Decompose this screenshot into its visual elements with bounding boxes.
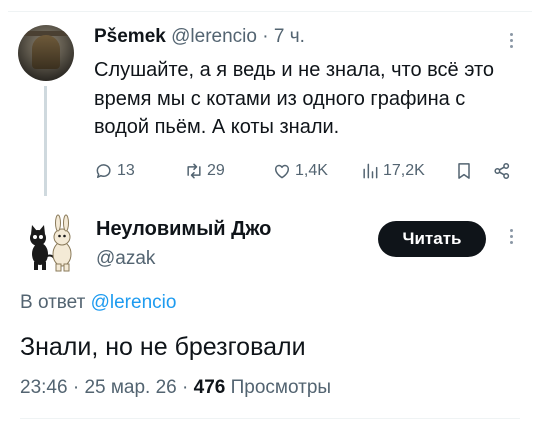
reply-to-prefix: В ответ [20, 292, 86, 313]
handle[interactable]: @lerencio [171, 26, 257, 47]
views-button[interactable]: 17,2K [360, 158, 425, 184]
reply-count: 13 [117, 162, 135, 179]
views-icon [363, 163, 378, 179]
tweet-text: Слушайте, а я ведь и не знала, что всё э… [94, 59, 495, 138]
cartoon-characters-avatar [30, 214, 72, 272]
reply-to-handle-link[interactable]: @lerencio [91, 292, 177, 313]
bookmark-button[interactable] [454, 158, 477, 184]
reply-context: В ответ @lerencio [20, 292, 176, 314]
avatar[interactable] [20, 212, 82, 274]
thread-line [44, 86, 47, 196]
timestamp[interactable]: 23:46 [20, 377, 68, 398]
retweet-icon [187, 163, 201, 179]
tweet-text: Знали, но не брезговали [20, 333, 306, 361]
more-icon[interactable] [505, 226, 517, 248]
avatar-bell [32, 35, 60, 69]
share-button[interactable] [492, 158, 515, 184]
action-bar: 13 29 1,4K 17,2K [94, 158, 519, 184]
date[interactable]: 25 мар. 26 [84, 377, 176, 398]
meta-separator: · [262, 26, 269, 47]
bookmark-icon [458, 163, 470, 179]
tweet-meta: 23:46 · 25 мар. 26 · 476 Просмотры [20, 377, 331, 399]
parent-tweet[interactable]: Pšemek @lerencio · 7 ч. Слушайте, а я ве… [0, 0, 540, 200]
like-count: 1,4K [295, 162, 328, 179]
reply-icon [96, 164, 111, 178]
follow-button[interactable]: Читать [378, 221, 486, 257]
timestamp[interactable]: 7 ч. [274, 26, 305, 47]
views-label: Просмотры [230, 377, 332, 398]
views-count: 17,2K [383, 162, 425, 179]
meta-separator: · [182, 377, 189, 398]
avatar[interactable] [18, 25, 74, 81]
reply-button[interactable]: 13 [94, 158, 135, 184]
retweet-button[interactable]: 29 [184, 158, 225, 184]
display-name[interactable]: Pšemek [94, 26, 166, 47]
like-icon [275, 164, 289, 179]
bottom-divider [20, 418, 520, 419]
views-count: 476 [193, 377, 226, 398]
meta-separator: · [72, 377, 80, 398]
tweet-header: Pšemek @lerencio · 7 ч. [94, 26, 305, 48]
share-icon [494, 162, 510, 180]
display-name[interactable]: Неуловимый Джо [96, 218, 271, 241]
handle[interactable]: @azak [96, 248, 155, 270]
retweet-count: 29 [207, 162, 225, 179]
like-button[interactable]: 1,4K [272, 158, 328, 184]
more-icon[interactable] [505, 30, 517, 52]
